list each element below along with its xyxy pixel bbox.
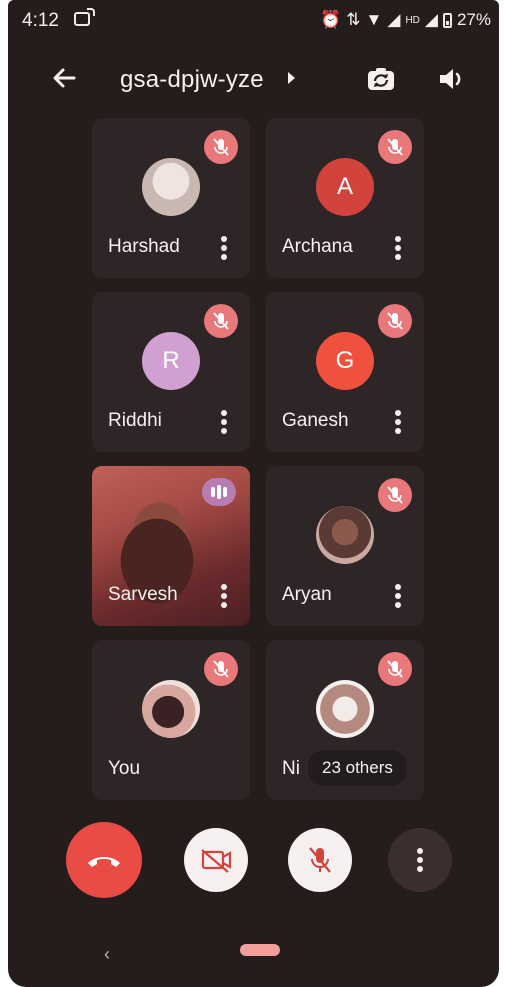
hang-up-icon [88,857,120,867]
participant-name: Sarvesh [108,584,178,605]
mic-off-icon [309,847,331,873]
battery-icon [442,12,452,28]
participant-name: Ni [282,758,300,779]
data-arrows-icon: ⇅ [346,10,361,29]
status-time: 4:12 [22,10,59,31]
participant-avatar [316,506,374,564]
more-options-icon[interactable] [220,410,228,434]
participant-name: Aryan [282,584,332,605]
participant-avatar [142,158,200,216]
camera-off-icon [201,849,232,873]
participant-avatar [142,680,200,738]
more-options-icon[interactable] [220,236,228,260]
hd-indicator: HD [405,14,420,26]
back-arrow-icon [53,68,76,88]
others-count-badge[interactable]: 23 others [308,750,407,786]
status-indicators: ⏰ ⇅ ▼ ◢ HD ◢ 27% [320,10,491,30]
muted-mic-icon [204,652,238,686]
speaking-indicator-icon [202,478,236,506]
participant-tile[interactable]: Harshad [92,118,250,278]
back-button[interactable] [48,62,80,94]
meet-call-screen: 4:12 ⏰ ⇅ ▼ ◢ HD ◢ 27% gsa-dpjw-yze Harsh… [8,0,499,987]
app-bar: gsa-dpjw-yze [8,50,499,106]
meeting-code[interactable]: gsa-dpjw-yze [120,66,264,94]
system-nav-bar: ‹ [8,930,499,987]
participant-avatar: A [316,158,374,216]
more-vert-icon [417,848,423,872]
switch-camera-button[interactable] [364,62,398,96]
nav-back-icon[interactable]: ‹ [104,944,110,965]
participant-tile[interactable]: R Riddhi [92,292,250,452]
end-call-button[interactable] [66,822,142,898]
switch-camera-icon [368,68,394,90]
participant-avatar: G [316,332,374,390]
more-options-icon[interactable] [220,584,228,608]
nav-home-pill[interactable] [240,944,280,956]
battery-percent: 27% [456,10,491,29]
participant-name: Archana [282,236,353,257]
muted-mic-icon [378,130,412,164]
mic-toggle-button[interactable] [288,828,352,892]
participant-tile-video[interactable]: Sarvesh [92,466,250,626]
status-bar: 4:12 ⏰ ⇅ ▼ ◢ HD ◢ 27% [8,0,499,42]
speaker-icon [440,69,461,89]
signal-icon: ◢ [387,10,401,29]
muted-mic-icon [204,304,238,338]
muted-mic-icon [204,130,238,164]
muted-mic-icon [378,304,412,338]
cast-icon [74,8,95,26]
more-options-icon[interactable] [394,584,402,608]
camera-toggle-button[interactable] [184,828,248,892]
participant-name: You [108,758,141,779]
participant-name: Ganesh [282,410,349,431]
participant-name: Riddhi [108,410,162,431]
speaker-button[interactable] [434,62,468,96]
participant-name: Harshad [108,236,180,257]
participant-tile[interactable]: G Ganesh [266,292,424,452]
participant-tile[interactable]: Aryan [266,466,424,626]
participant-avatar: R [142,332,200,390]
participant-avatar [316,680,374,738]
participant-tile-self[interactable]: You [92,640,250,800]
muted-mic-icon [378,652,412,686]
more-options-icon[interactable] [394,410,402,434]
wifi-icon: ▼ [365,10,383,29]
muted-mic-icon [378,478,412,512]
meeting-details-arrow-icon[interactable] [288,72,295,84]
signal-icon-2: ◢ [424,10,438,29]
participant-tile[interactable]: A Archana [266,118,424,278]
alarm-icon: ⏰ [320,10,342,29]
more-options-icon[interactable] [394,236,402,260]
more-options-button[interactable] [388,828,452,892]
